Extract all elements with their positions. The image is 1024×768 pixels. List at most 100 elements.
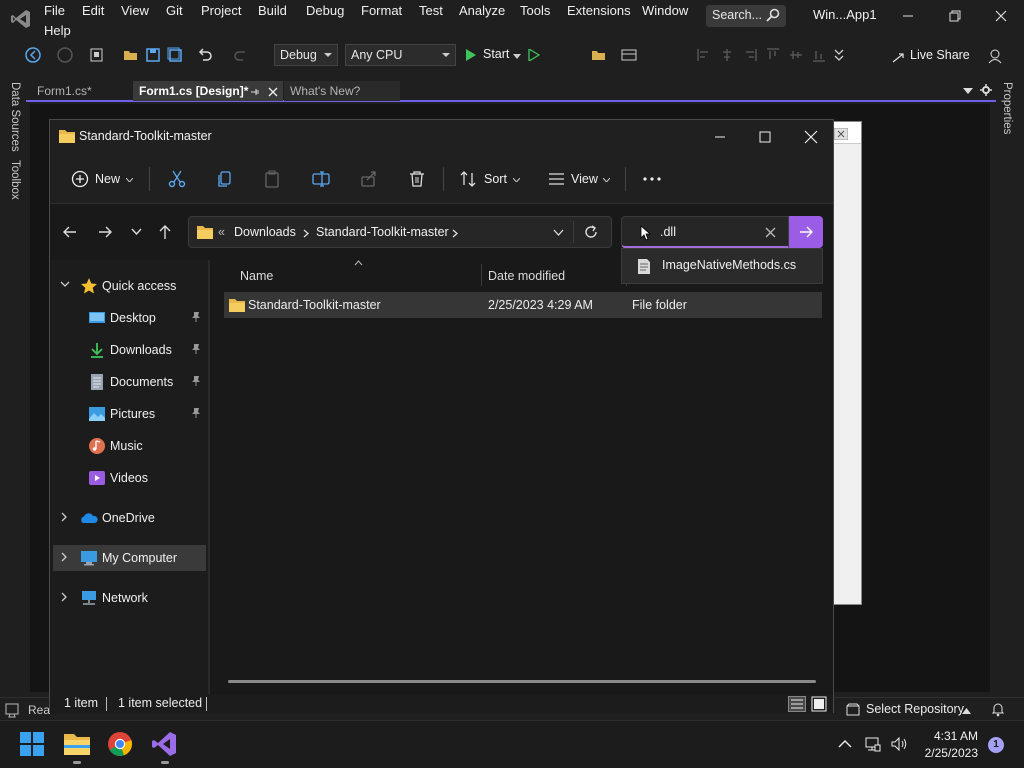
start-without-debugging-icon[interactable] bbox=[528, 49, 540, 61]
horizontal-scrollbar[interactable] bbox=[228, 680, 816, 683]
chevron-right-icon[interactable] bbox=[60, 512, 68, 522]
chevron-down-icon[interactable] bbox=[513, 54, 521, 60]
nav-onedrive[interactable]: OneDrive bbox=[50, 505, 208, 531]
toolbox-tab[interactable]: Toolbox bbox=[9, 160, 21, 200]
sort-icon[interactable] bbox=[458, 169, 478, 189]
nav-pictures[interactable]: Pictures bbox=[50, 401, 208, 427]
breadcrumb-downloads[interactable]: Downloads bbox=[234, 225, 296, 239]
form1-design-preview[interactable] bbox=[830, 121, 862, 605]
breadcrumb-overflow[interactable]: « bbox=[218, 225, 225, 239]
pin-icon[interactable] bbox=[190, 311, 202, 323]
new-project-icon[interactable] bbox=[88, 46, 106, 64]
menu-format[interactable]: Format bbox=[361, 3, 402, 18]
minimize-icon[interactable] bbox=[711, 128, 729, 146]
nav-network[interactable]: Network bbox=[50, 585, 208, 611]
menu-extensions[interactable]: Extensions bbox=[567, 3, 631, 18]
chevron-right-icon[interactable] bbox=[60, 592, 68, 602]
chevron-right-icon[interactable] bbox=[60, 552, 68, 562]
clear-search-icon[interactable] bbox=[765, 227, 776, 238]
back-arrow-icon[interactable] bbox=[62, 224, 78, 240]
nav-videos[interactable]: Videos bbox=[50, 465, 208, 491]
tab-list-dropdown-icon[interactable] bbox=[963, 88, 973, 94]
address-bar[interactable]: « Downloads Standard-Toolkit-master bbox=[188, 216, 612, 248]
navigate-back-icon[interactable] bbox=[24, 46, 42, 64]
solution-configuration-dropdown[interactable]: Debug bbox=[274, 44, 338, 66]
clock-time[interactable]: 4:31 AM bbox=[924, 729, 978, 743]
nav-desktop[interactable]: Desktop bbox=[50, 305, 208, 331]
menu-debug[interactable]: Debug bbox=[306, 3, 344, 18]
suggestion-item[interactable]: ImageNativeMethods.cs bbox=[662, 258, 796, 272]
restore-icon[interactable] bbox=[945, 6, 965, 26]
search-suggestion-dropdown[interactable]: ImageNativeMethods.cs bbox=[621, 248, 823, 284]
chevron-right-icon[interactable] bbox=[452, 229, 458, 238]
start-play-icon[interactable] bbox=[465, 49, 477, 61]
copy-icon[interactable] bbox=[215, 169, 235, 189]
large-icons-view-icon[interactable] bbox=[811, 696, 827, 712]
view-icon[interactable] bbox=[547, 169, 567, 189]
cut-icon[interactable] bbox=[167, 169, 187, 189]
up-arrow-icon[interactable] bbox=[157, 224, 173, 240]
chevron-right-icon[interactable] bbox=[303, 229, 309, 238]
show-hidden-icons-chevron-icon[interactable] bbox=[838, 739, 852, 749]
search-input[interactable]: .dll bbox=[621, 216, 789, 248]
delete-icon[interactable] bbox=[407, 169, 427, 189]
notification-badge[interactable]: 1 bbox=[988, 737, 1004, 753]
close-icon[interactable] bbox=[268, 87, 278, 97]
more-options-icon[interactable] bbox=[642, 169, 662, 189]
navigate-forward-icon[interactable] bbox=[56, 46, 74, 64]
source-control-icon[interactable] bbox=[846, 703, 860, 717]
network-status-icon[interactable] bbox=[864, 735, 882, 753]
nav-documents[interactable]: Documents bbox=[50, 369, 208, 395]
redo-icon[interactable] bbox=[232, 46, 250, 64]
forward-arrow-icon[interactable] bbox=[97, 224, 113, 240]
solution-explorer-icon[interactable] bbox=[590, 46, 608, 64]
taskbar-chrome[interactable] bbox=[107, 731, 135, 759]
pin-icon[interactable] bbox=[190, 375, 202, 387]
save-all-icon[interactable] bbox=[166, 46, 184, 64]
menu-test[interactable]: Test bbox=[419, 3, 443, 18]
menu-project[interactable]: Project bbox=[201, 3, 241, 18]
close-icon[interactable] bbox=[991, 6, 1011, 26]
new-button[interactable]: New bbox=[95, 172, 120, 186]
breadcrumb-standard-toolkit[interactable]: Standard-Toolkit-master bbox=[316, 225, 449, 239]
taskbar-file-explorer[interactable] bbox=[63, 731, 91, 764]
solution-platform-dropdown[interactable]: Any CPU bbox=[345, 44, 456, 66]
start-button[interactable] bbox=[19, 731, 47, 759]
tab-form1-cs[interactable]: Form1.cs* bbox=[31, 81, 131, 101]
new-plus-icon[interactable] bbox=[70, 169, 90, 189]
paste-icon[interactable] bbox=[262, 169, 282, 189]
menu-tools[interactable]: Tools bbox=[520, 3, 550, 18]
refresh-icon[interactable] bbox=[583, 224, 599, 240]
column-header-name[interactable]: Name bbox=[240, 269, 273, 283]
menu-file[interactable]: File bbox=[44, 3, 65, 18]
view-button[interactable]: View bbox=[571, 172, 598, 186]
open-folder-icon[interactable] bbox=[122, 46, 140, 64]
chevron-up-icon[interactable] bbox=[962, 708, 971, 714]
rename-icon[interactable] bbox=[311, 169, 331, 189]
nav-quick-access[interactable]: Quick access bbox=[50, 273, 208, 299]
sort-button[interactable]: Sort bbox=[484, 172, 507, 186]
layout-icon[interactable] bbox=[620, 46, 638, 64]
data-sources-tab[interactable]: Data Sources bbox=[9, 82, 21, 152]
tab-whats-new[interactable]: What's New? bbox=[284, 81, 400, 101]
live-share-button[interactable]: Live Share bbox=[910, 48, 970, 62]
nav-downloads[interactable]: Downloads bbox=[50, 337, 208, 363]
select-repository-button[interactable]: Select Repository bbox=[866, 702, 964, 716]
pin-icon[interactable] bbox=[250, 87, 260, 97]
feedback-icon[interactable] bbox=[986, 47, 1004, 65]
clock-date[interactable]: 2/25/2023 bbox=[894, 746, 978, 760]
menu-build[interactable]: Build bbox=[258, 3, 287, 18]
tab-form1-design[interactable]: Form1.cs [Design]* bbox=[133, 81, 283, 101]
start-button[interactable]: Start bbox=[483, 47, 509, 61]
menu-git[interactable]: Git bbox=[166, 3, 183, 18]
vs-search-box[interactable]: Search... bbox=[706, 5, 786, 27]
table-row[interactable]: Standard-Toolkit-master 2/25/2023 4:29 A… bbox=[224, 292, 822, 318]
nav-my-computer[interactable]: My Computer bbox=[53, 545, 206, 571]
close-icon[interactable] bbox=[802, 128, 820, 146]
nav-music[interactable]: Music bbox=[50, 433, 208, 459]
properties-tab[interactable]: Properties bbox=[1001, 82, 1013, 134]
toolbar-overflow-icon[interactable] bbox=[830, 46, 848, 64]
details-view-icon[interactable] bbox=[788, 696, 806, 712]
search-go-button[interactable] bbox=[789, 216, 823, 248]
chevron-down-icon[interactable] bbox=[60, 280, 70, 288]
